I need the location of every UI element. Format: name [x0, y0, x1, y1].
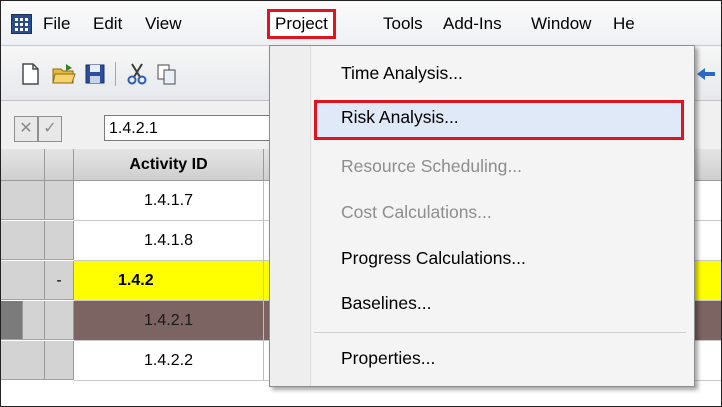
activity-id-cell[interactable]: 1.4.2	[74, 261, 264, 301]
project-dropdown-menu: Time Analysis... Risk Analysis... Resour…	[269, 45, 695, 387]
arrow-icon[interactable]	[695, 62, 719, 86]
outline-marker	[45, 221, 74, 260]
new-icon[interactable]	[18, 62, 42, 86]
menu-item-risk-analysis[interactable]: Risk Analysis...	[314, 100, 684, 140]
app-grid-icon[interactable]	[11, 14, 32, 34]
app-window: File Edit View Project Tools Add-Ins Win…	[0, 0, 722, 407]
activity-id-cell[interactable]: 1.4.1.7	[74, 181, 264, 221]
cell-edit-field[interactable]: 1.4.2.1	[104, 115, 294, 141]
accept-check-icon[interactable]: ✓	[38, 116, 62, 142]
menu-separator	[314, 332, 686, 333]
row-header-corner	[1, 149, 45, 181]
menu-help[interactable]: He	[609, 12, 639, 36]
row-selector[interactable]	[1, 341, 45, 380]
outline-header	[45, 149, 74, 181]
outline-marker	[45, 301, 74, 340]
menu-project[interactable]: Project	[267, 9, 336, 39]
menu-bar: File Edit View Project Tools Add-Ins Win…	[1, 1, 721, 46]
menu-item-resource-scheduling: Resource Scheduling...	[341, 156, 522, 176]
activity-id-cell[interactable]: 1.4.2.1	[74, 301, 264, 341]
column-header-activity-id[interactable]: Activity ID	[74, 149, 264, 181]
row-selector[interactable]	[1, 181, 45, 220]
menu-edit[interactable]: Edit	[89, 12, 126, 36]
outline-marker	[45, 341, 74, 380]
menu-item-progress-calculations[interactable]: Progress Calculations...	[314, 241, 684, 275]
menu-file[interactable]: File	[39, 12, 74, 36]
copy-icon[interactable]	[155, 62, 179, 86]
cancel-x-icon[interactable]: ✕	[14, 116, 38, 142]
row-selector-active[interactable]	[1, 301, 23, 340]
menu-item-cost-calculations: Cost Calculations...	[341, 202, 492, 222]
cut-icon[interactable]	[125, 62, 149, 86]
menu-window[interactable]: Window	[527, 12, 595, 36]
menu-add-ins[interactable]: Add-Ins	[439, 12, 506, 36]
menu-icon-gutter	[270, 46, 311, 386]
menu-view[interactable]: View	[141, 12, 186, 36]
menu-tools[interactable]: Tools	[379, 12, 427, 36]
row-selector[interactable]	[1, 261, 45, 300]
save-icon[interactable]	[83, 62, 107, 86]
row-selector[interactable]	[23, 301, 45, 340]
collapse-toggle[interactable]: -	[45, 261, 74, 300]
menu-item-time-analysis[interactable]: Time Analysis...	[314, 56, 684, 90]
row-selector[interactable]	[1, 221, 45, 260]
open-icon[interactable]	[51, 62, 76, 86]
menu-item-baselines[interactable]: Baselines...	[314, 286, 684, 320]
activity-id-cell[interactable]: 1.4.1.8	[74, 221, 264, 261]
activity-id-cell[interactable]: 1.4.2.2	[74, 341, 264, 381]
toolbar-separator	[115, 62, 116, 86]
menu-item-properties[interactable]: Properties...	[314, 341, 684, 375]
outline-marker	[45, 181, 74, 220]
